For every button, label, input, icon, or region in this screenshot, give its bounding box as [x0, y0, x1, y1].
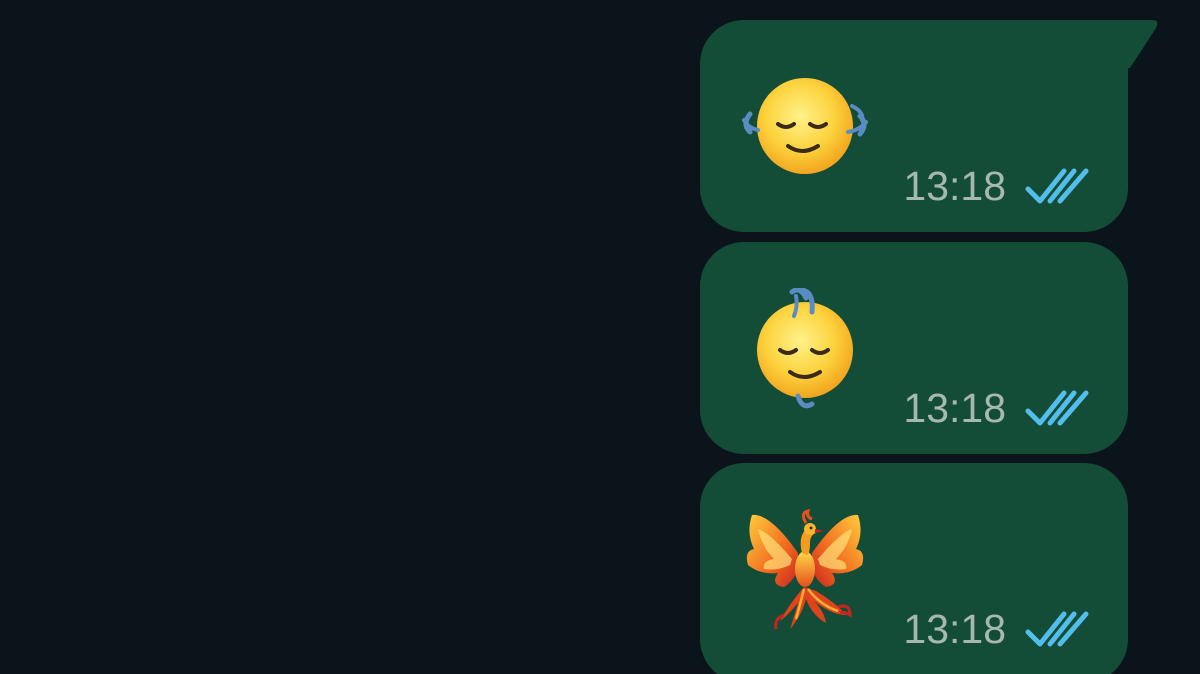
face-with-motion-horizontal-icon	[742, 78, 868, 174]
chat-conversation: 13:18 13:18 13:18	[0, 0, 1200, 674]
message-timestamp: 13:18	[903, 606, 1006, 652]
outgoing-message-bubble[interactable]: 13:18	[700, 463, 1128, 674]
outgoing-message-bubble[interactable]: 13:18	[700, 242, 1128, 454]
read-double-tick-icon	[1025, 390, 1089, 425]
outgoing-message-bubble[interactable]: 13:18	[700, 20, 1128, 232]
message-timestamp: 13:18	[903, 163, 1006, 209]
phoenix-icon	[746, 508, 864, 630]
message-meta: 13:18	[903, 385, 1092, 432]
read-double-tick-icon	[1025, 611, 1089, 646]
message-meta: 13:18	[903, 163, 1092, 210]
read-double-tick-icon	[1025, 168, 1089, 203]
face-with-motion-vertical-icon	[757, 288, 853, 409]
message-meta: 13:18	[903, 606, 1092, 653]
bubble-tail	[1124, 20, 1158, 68]
message-timestamp: 13:18	[903, 385, 1006, 431]
